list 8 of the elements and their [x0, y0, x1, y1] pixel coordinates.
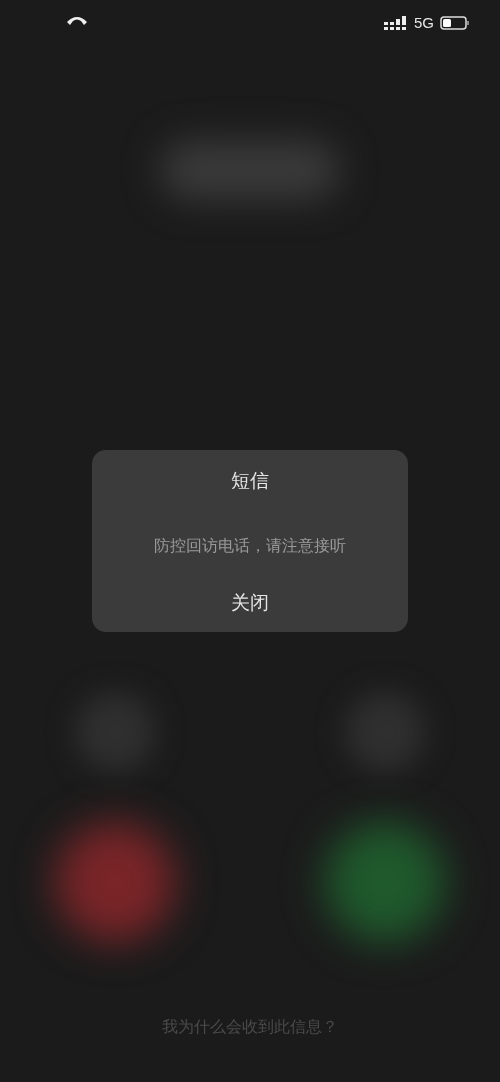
- close-button[interactable]: 关闭: [219, 586, 281, 620]
- network-label: 5G: [414, 14, 434, 31]
- phone-icon: [66, 14, 88, 26]
- dialog-title: 短信: [231, 468, 269, 493]
- signal-icon: [384, 15, 408, 30]
- dialog-message: 防控回访电话，请注意接听: [154, 536, 346, 557]
- battery-icon: [440, 15, 470, 30]
- decline-call-button[interactable]: [55, 822, 175, 942]
